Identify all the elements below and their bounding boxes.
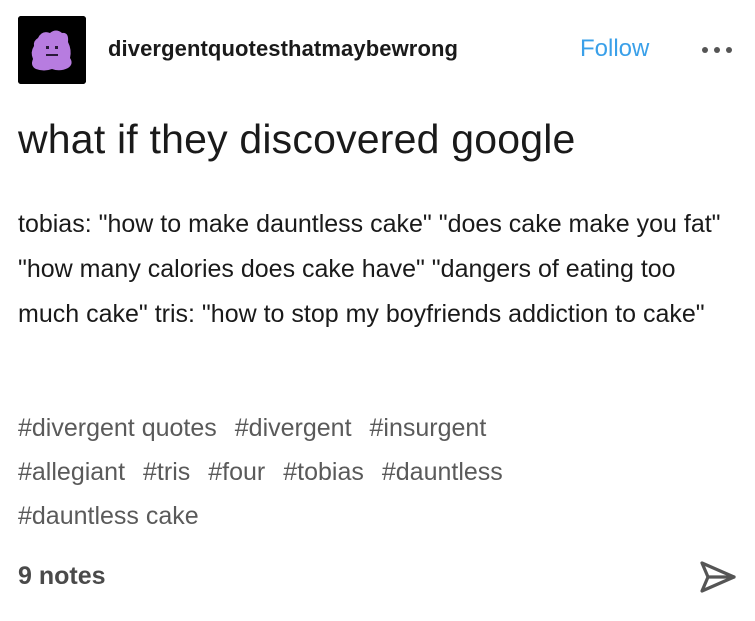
tag-link[interactable]: #dauntless cake bbox=[18, 502, 199, 530]
tag-link[interactable]: #divergent quotes bbox=[18, 414, 217, 442]
follow-button[interactable]: Follow bbox=[580, 35, 649, 63]
tag-link[interactable]: #tobias bbox=[283, 458, 364, 486]
blog-avatar[interactable] bbox=[18, 16, 86, 84]
post-body: tobias: "how to make dauntless cake" "do… bbox=[18, 210, 721, 328]
tag-link[interactable]: #allegiant bbox=[18, 458, 125, 486]
more-options-icon[interactable] bbox=[698, 38, 738, 58]
blog-name-link[interactable]: divergentquotesthatmaybewrong bbox=[108, 36, 458, 62]
tag-link[interactable]: #tris bbox=[143, 458, 190, 486]
tag-link[interactable]: #divergent bbox=[235, 414, 352, 442]
post-title: what if they discovered google bbox=[18, 116, 576, 162]
tumblr-post: divergentquotesthatmaybewrong Follow wha… bbox=[0, 0, 755, 621]
tag-link[interactable]: #dauntless bbox=[382, 458, 503, 486]
post-tags: #divergent quotes #divergent #insurgent #a… bbox=[18, 406, 738, 538]
share-icon[interactable] bbox=[696, 555, 740, 599]
tag-link[interactable]: #four bbox=[208, 458, 265, 486]
ditto-avatar-icon bbox=[18, 16, 86, 84]
notes-count[interactable]: 9 notes bbox=[18, 562, 106, 591]
post-header: divergentquotesthatmaybewrong Follow bbox=[18, 16, 738, 84]
tag-link[interactable]: #insurgent bbox=[370, 414, 487, 442]
